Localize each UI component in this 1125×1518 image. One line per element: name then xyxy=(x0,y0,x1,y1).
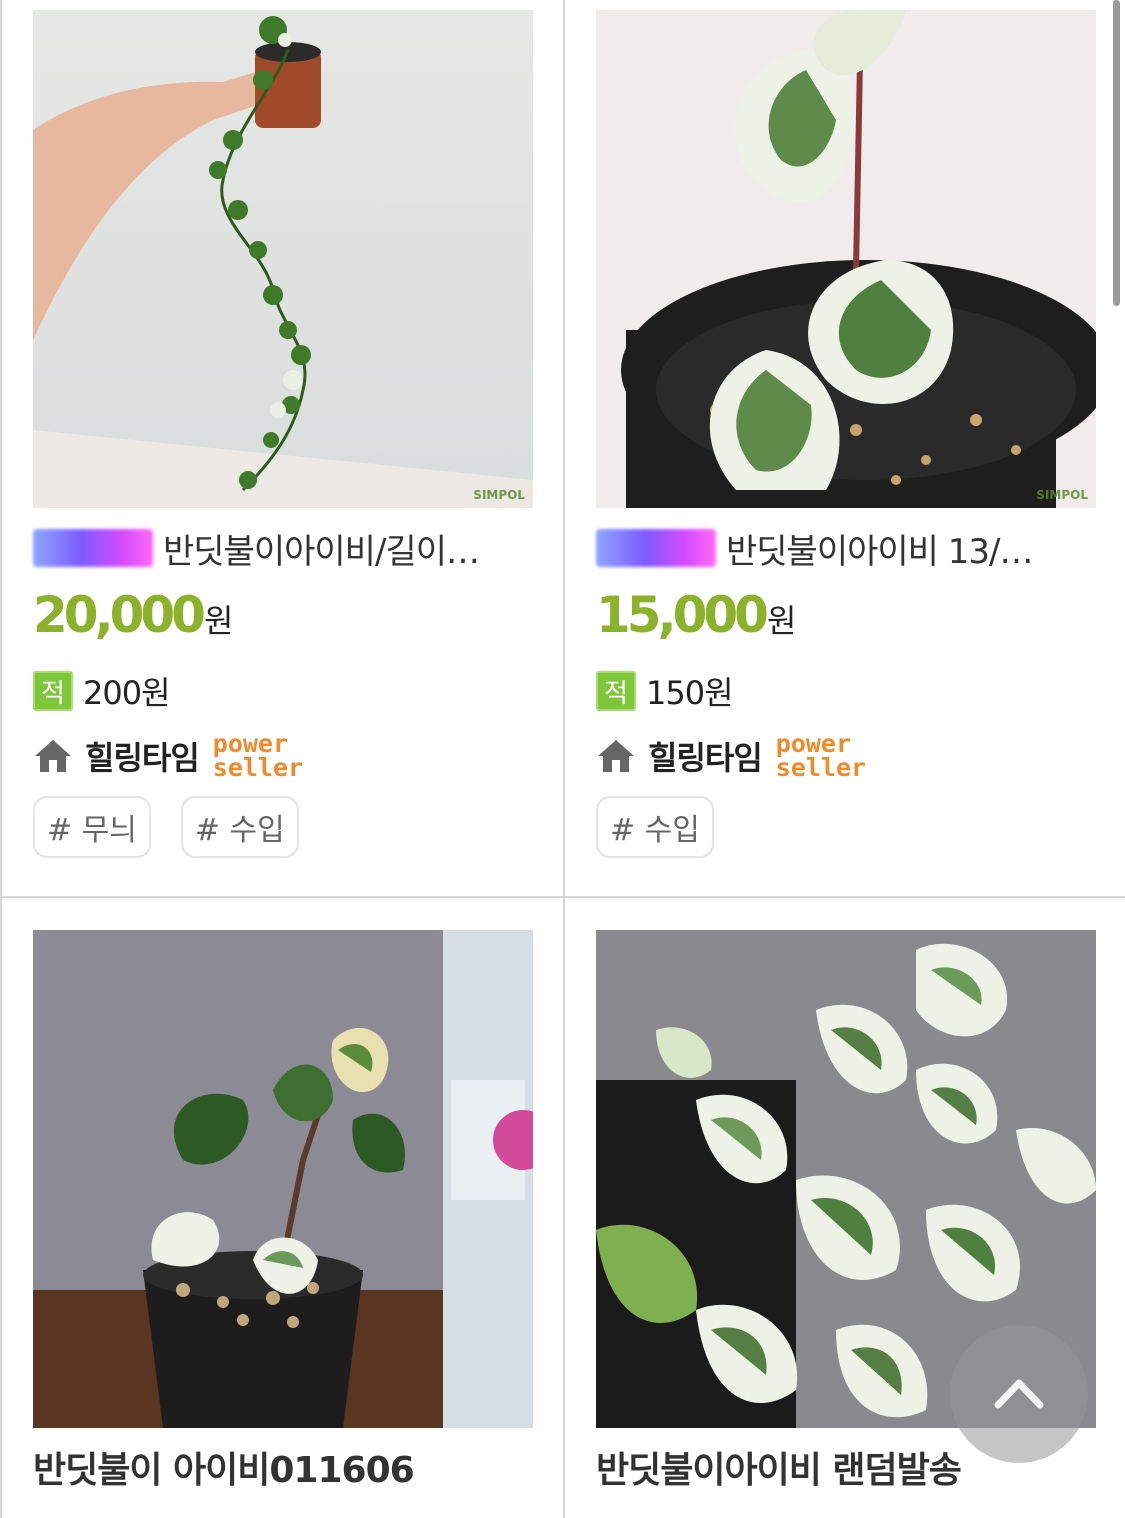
chevron-up-icon xyxy=(994,1379,1044,1409)
tag-chip[interactable]: # 수입 xyxy=(596,796,714,858)
promo-badge xyxy=(33,529,153,567)
price-value: 20,000 xyxy=(33,586,206,644)
product-card[interactable]: SIMPOL 반딧불이아이비/길이… 20,000 원 적 200원 힐링타임 … xyxy=(0,0,563,898)
home-icon xyxy=(35,740,71,772)
points-value: 150원 xyxy=(646,674,734,712)
seller-info[interactable]: 힐링타임 power seller xyxy=(33,729,304,782)
reward-points: 적 150원 xyxy=(596,668,734,714)
power-seller-badge: power seller xyxy=(212,729,304,782)
price-unit: 원 xyxy=(203,602,234,640)
product-image[interactable]: SIMPOL xyxy=(33,10,533,508)
tag-list: # 수입 xyxy=(596,796,714,858)
scroll-to-top-button[interactable] xyxy=(950,1325,1088,1463)
promo-badge xyxy=(596,529,716,567)
points-icon: 적 xyxy=(596,671,636,711)
watermark: SIMPOL xyxy=(1036,488,1088,502)
price-unit: 원 xyxy=(766,602,797,640)
product-title[interactable]: 반딧불이아이비 13/… xyxy=(596,523,1096,573)
product-card[interactable]: 반딧불이 아이비011606 xyxy=(0,898,563,1518)
seller-name: 힐링타임 xyxy=(85,739,200,777)
product-title[interactable]: 반딧불이 아이비011606 xyxy=(33,1442,533,1492)
price-value: 15,000 xyxy=(596,586,769,644)
points-icon: 적 xyxy=(33,671,73,711)
product-image[interactable] xyxy=(33,930,533,1428)
product-title[interactable]: 반딧불이아이비/길이… xyxy=(33,523,533,573)
product-price: 20,000 원 xyxy=(33,586,233,644)
seller-name: 힐링타임 xyxy=(648,739,763,777)
tag-chip[interactable]: # 수입 xyxy=(180,796,299,858)
product-card[interactable]: SIMPOL 반딧불이아이비 13/… 15,000 원 적 150원 힐링타임… xyxy=(563,0,1125,898)
product-price: 15,000 원 xyxy=(596,586,796,644)
scrollbar-thumb[interactable] xyxy=(1113,0,1120,306)
reward-points: 적 200원 xyxy=(33,668,171,714)
watermark: SIMPOL xyxy=(473,488,525,502)
tag-list: # 무늬 # 수입 xyxy=(33,796,299,858)
product-image[interactable]: SIMPOL xyxy=(596,10,1096,508)
tag-chip[interactable]: # 무늬 xyxy=(33,796,151,858)
product-grid: SIMPOL 반딧불이아이비/길이… 20,000 원 적 200원 힐링타임 … xyxy=(0,0,1125,1518)
power-seller-badge: power seller xyxy=(775,729,867,782)
seller-info[interactable]: 힐링타임 power seller xyxy=(596,729,867,782)
points-value: 200원 xyxy=(83,674,171,712)
home-icon xyxy=(598,740,634,772)
